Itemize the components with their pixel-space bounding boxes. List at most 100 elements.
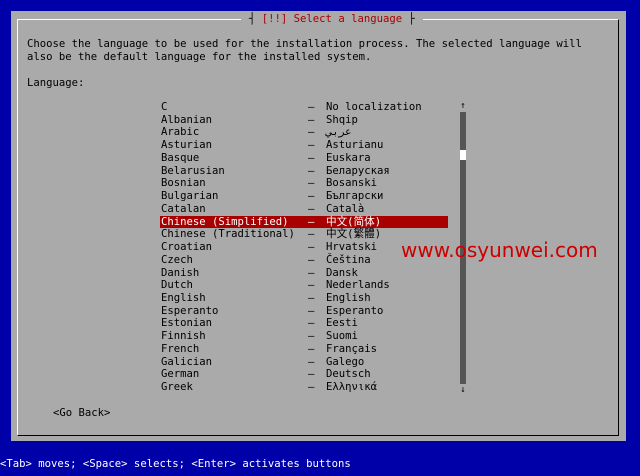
language-name: Albanian — [161, 113, 213, 126]
language-native-name: Nederlands — [326, 279, 390, 292]
language-native-name: Ελληνικά — [326, 381, 378, 394]
language-native-name: Esperanto — [326, 304, 384, 317]
language-name: Galician — [161, 355, 213, 368]
language-name: Bosnian — [161, 177, 206, 190]
language-separator: – — [308, 190, 315, 203]
language-option[interactable]: Greek – Ελληνικά — [160, 381, 448, 394]
language-option-selected[interactable]: Chinese (Simplified) – 中文(简体) — [160, 215, 448, 229]
language-name: Chinese (Simplified) — [161, 215, 289, 228]
language-native-name: Français — [326, 342, 378, 355]
language-separator: – — [308, 113, 315, 126]
language-list-label: Language: — [27, 77, 85, 89]
language-option[interactable]: Belarusian – Беларуская — [160, 165, 448, 178]
language-native-name: Dansk — [326, 266, 358, 279]
language-native-name: No localization — [326, 101, 422, 113]
language-name: Estonian — [161, 317, 213, 330]
language-name: Danish — [161, 266, 200, 279]
language-option[interactable]: Dutch – Nederlands — [160, 279, 448, 292]
language-native-name: Български — [326, 190, 384, 203]
language-native-name: English — [326, 292, 371, 305]
language-separator: – — [308, 266, 315, 279]
language-separator: – — [308, 126, 315, 139]
dialog-title: ┤ [!!] Select a language ├ — [241, 12, 423, 26]
language-name: Croatian — [161, 241, 213, 254]
language-native-name: 中文(简体) — [326, 215, 382, 228]
language-separator: – — [308, 241, 315, 254]
language-name: French — [161, 342, 200, 355]
language-option[interactable]: Danish – Dansk — [160, 267, 448, 280]
language-name: Czech — [161, 253, 193, 266]
language-name: Greek — [161, 381, 193, 394]
language-separator: – — [308, 164, 315, 177]
language-option[interactable]: Galician – Galego — [160, 356, 448, 369]
watermark-text: www.osyunwei.com — [401, 238, 598, 262]
language-name: Belarusian — [161, 164, 225, 177]
language-separator: – — [308, 228, 315, 241]
language-name: English — [161, 292, 206, 305]
language-native-name: Hrvatski — [326, 241, 378, 254]
language-separator: – — [308, 253, 315, 266]
language-native-name: Shqip — [326, 113, 358, 126]
language-separator: – — [308, 279, 315, 292]
language-option[interactable]: Basque – Euskara — [160, 152, 448, 165]
language-native-name: Català — [326, 202, 365, 215]
language-separator: – — [308, 368, 315, 381]
language-separator: – — [308, 139, 315, 152]
language-option[interactable]: Finnish – Suomi — [160, 330, 448, 343]
language-option[interactable]: Bulgarian – Български — [160, 190, 448, 203]
language-name: Dutch — [161, 279, 193, 292]
language-native-name: Euskara — [326, 151, 371, 164]
language-option[interactable]: Albanian – Shqip — [160, 114, 448, 127]
installer-screen: { "dialog": { "title": "[!!] Select a la… — [0, 0, 640, 476]
language-separator: – — [308, 177, 315, 190]
keyboard-hint-bar: <Tab> moves; <Space> selects; <Enter> ac… — [0, 458, 351, 470]
language-native-name: Беларуская — [326, 164, 390, 177]
language-option[interactable]: English – English — [160, 292, 448, 305]
language-option[interactable]: German – Deutsch — [160, 368, 448, 381]
language-separator: – — [308, 342, 315, 355]
dialog-title-text: [!!] Select a language — [261, 13, 403, 25]
language-name: C — [161, 101, 168, 113]
dialog-description: Choose the language to be used for the i… — [27, 38, 582, 63]
language-option[interactable]: Bosnian – Bosanski — [160, 177, 448, 190]
scroll-up-arrow-icon[interactable]: ↑ — [459, 102, 467, 111]
language-option[interactable]: Esperanto – Esperanto — [160, 305, 448, 318]
language-name: Finnish — [161, 330, 206, 343]
scroll-down-arrow-icon[interactable]: ↓ — [459, 386, 467, 395]
language-native-name: عربي — [326, 126, 352, 139]
language-name: Asturian — [161, 139, 213, 152]
language-separator: – — [308, 202, 315, 215]
language-option[interactable]: Catalan – Català — [160, 203, 448, 216]
language-name: Bulgarian — [161, 190, 219, 203]
language-native-name: Galego — [326, 355, 365, 368]
language-native-name: 中文(繁體) — [326, 228, 382, 241]
language-separator: – — [308, 330, 315, 343]
language-name: German — [161, 368, 200, 381]
language-separator: – — [308, 317, 315, 330]
language-dialog: ┤ [!!] Select a language ├ Choose the la… — [11, 11, 626, 441]
language-name: Chinese (Traditional) — [161, 228, 295, 241]
language-native-name: Suomi — [326, 330, 358, 343]
language-native-name: Deutsch — [326, 368, 371, 381]
language-name: Catalan — [161, 202, 206, 215]
language-separator: – — [308, 215, 315, 228]
language-name: Arabic — [161, 126, 200, 139]
language-native-name: Bosanski — [326, 177, 378, 190]
language-native-name: Asturianu — [326, 139, 384, 152]
language-option[interactable]: C – No localization — [160, 101, 448, 114]
language-separator: – — [308, 101, 315, 113]
language-native-name: Eesti — [326, 317, 358, 330]
language-separator: – — [308, 304, 315, 317]
language-separator: – — [308, 381, 315, 394]
go-back-button[interactable]: <Go Back> — [53, 407, 110, 420]
language-separator: – — [308, 355, 315, 368]
language-option[interactable]: Asturian – Asturianu — [160, 139, 448, 152]
language-option[interactable]: Estonian – Eesti — [160, 317, 448, 330]
language-name: Esperanto — [161, 304, 219, 317]
language-name: Basque — [161, 151, 200, 164]
language-option[interactable]: French – Français — [160, 343, 448, 356]
scrollbar-thumb[interactable] — [460, 150, 466, 160]
language-separator: – — [308, 151, 315, 164]
language-option[interactable]: Arabic – عربي — [160, 126, 448, 139]
language-separator: – — [308, 292, 315, 305]
